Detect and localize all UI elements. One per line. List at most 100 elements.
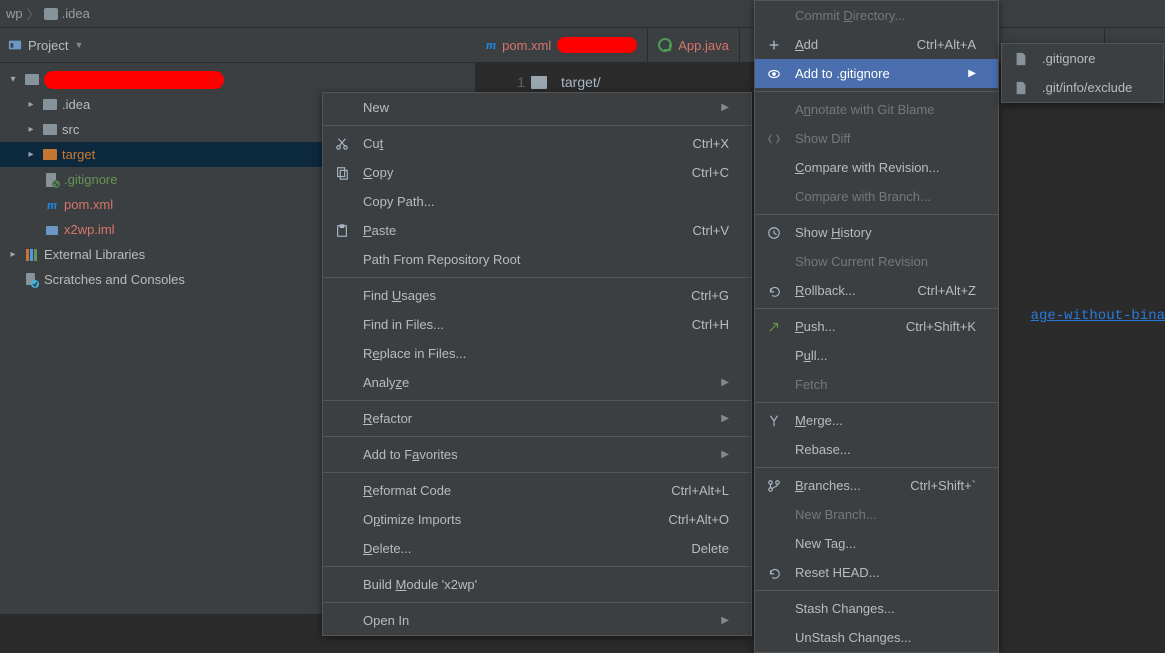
git-submenu[interactable]: Commit Directory...AddCtrl+Alt+AAdd to .… (754, 0, 999, 653)
menu-item[interactable]: New Branch... (755, 500, 998, 529)
menu-item-label: New Tag... (795, 536, 976, 551)
menu-item-label: Add to .gitignore (795, 66, 956, 81)
menu-item[interactable]: Replace in Files... (323, 339, 751, 368)
menu-item-label: UnStash Changes... (795, 630, 976, 645)
menu-item[interactable]: Pull... (755, 341, 998, 370)
expand-icon[interactable]: ▾ (6, 74, 20, 85)
editor-link-text[interactable]: age-without-bina (1031, 308, 1165, 324)
clock-icon (765, 226, 783, 240)
menu-item[interactable]: Merge... (755, 406, 998, 435)
context-menu[interactable]: New▶CutCtrl+XCopyCtrl+CCopy Path...Paste… (322, 92, 752, 636)
menu-item-shortcut: Ctrl+Shift+` (880, 478, 976, 493)
menu-item[interactable]: Show Current Revision (755, 247, 998, 276)
menu-item[interactable]: Add to .gitignore▶ (755, 59, 998, 88)
menu-item-label: Analyze (363, 375, 709, 390)
menu-item[interactable]: Fetch (755, 370, 998, 399)
menu-item-label: Reset HEAD... (795, 565, 976, 580)
expand-icon[interactable]: ▸ (24, 99, 38, 110)
menu-item[interactable]: Analyze ▶ (323, 368, 751, 397)
menu-item[interactable]: Copy Path... (323, 187, 751, 216)
menu-item[interactable]: Open In▶ (323, 606, 751, 635)
gitignore-submenu[interactable]: .gitignore .git/info/exclude (1001, 43, 1164, 103)
menu-item[interactable]: Show History (755, 218, 998, 247)
menu-item-label: .gitignore (1042, 51, 1141, 66)
menu-item-label: Add to Favorites (363, 447, 709, 462)
menu-item-shortcut: Ctrl+C (662, 165, 729, 180)
menu-item[interactable]: Path From Repository Root (323, 245, 751, 274)
menu-item[interactable]: Branches...Ctrl+Shift+` (755, 471, 998, 500)
menu-item[interactable]: Refactor▶ (323, 404, 751, 433)
menu-item[interactable]: .git/info/exclude (1002, 73, 1163, 102)
push-icon (765, 320, 783, 334)
menu-item-label: Path From Repository Root (363, 252, 729, 267)
menu-item-label: Show History (795, 225, 976, 240)
branch-icon (765, 479, 783, 493)
cut-icon (333, 137, 351, 151)
menu-item[interactable]: CopyCtrl+C (323, 158, 751, 187)
menu-item[interactable]: Rebase... (755, 435, 998, 464)
menu-item[interactable]: Build Module 'x2wp' (323, 570, 751, 599)
menu-item-label: .git/info/exclude (1042, 80, 1141, 95)
editor-tab[interactable]: App.java (648, 28, 740, 63)
menu-item[interactable]: AddCtrl+Alt+A (755, 30, 998, 59)
folder-icon (24, 72, 40, 88)
menu-item[interactable]: New Tag... (755, 529, 998, 558)
menu-item[interactable]: Push...Ctrl+Shift+K (755, 312, 998, 341)
tab-label: App.java (678, 38, 729, 53)
menu-item[interactable]: Optimize ImportsCtrl+Alt+O (323, 505, 751, 534)
menu-item[interactable]: Find in Files...Ctrl+H (323, 310, 751, 339)
submenu-arrow-icon: ▶ (721, 377, 729, 388)
folder-icon (42, 122, 58, 138)
breadcrumb-item[interactable]: wp (6, 6, 23, 21)
menu-item[interactable]: Reset HEAD... (755, 558, 998, 587)
menu-item[interactable]: Rollback...Ctrl+Alt+Z (755, 276, 998, 305)
menu-item[interactable]: .gitignore (1002, 44, 1163, 73)
undo-icon (765, 566, 783, 580)
menu-item[interactable]: New▶ (323, 93, 751, 122)
diff-icon (765, 132, 783, 146)
menu-item[interactable]: UnStash Changes... (755, 623, 998, 652)
tree-node-label: .idea (62, 97, 90, 112)
menu-item[interactable]: PasteCtrl+V (323, 216, 751, 245)
tab-label: pom.xml (502, 38, 551, 53)
chevron-down-icon: ▼ (74, 40, 83, 50)
menu-item-label: Show Current Revision (795, 254, 976, 269)
paste-icon (333, 224, 351, 238)
menu-item[interactable]: Stash Changes... (755, 594, 998, 623)
menu-item-label: Show Diff (795, 131, 976, 146)
menu-item-label: Find in Files... (363, 317, 650, 332)
eye-icon (765, 67, 783, 81)
submenu-arrow-icon: ▶ (721, 615, 729, 626)
expand-icon[interactable]: ▸ (24, 149, 38, 160)
menu-item-label: Optimize Imports (363, 512, 626, 527)
menu-item-label: Fetch (795, 377, 976, 392)
menu-item[interactable]: Reformat CodeCtrl+Alt+L (323, 476, 751, 505)
tree-node-label: pom.xml (64, 197, 113, 212)
folder-icon (42, 97, 58, 113)
plus-icon (765, 38, 783, 52)
breadcrumb-item[interactable]: .idea (62, 6, 90, 21)
expand-icon[interactable]: ▸ (24, 124, 38, 135)
menu-item[interactable]: Compare with Branch... (755, 182, 998, 211)
expand-icon[interactable]: ▸ (6, 249, 20, 260)
tree-row-root[interactable]: ▾ (0, 67, 475, 92)
submenu-arrow-icon: ▶ (721, 102, 729, 113)
menu-item[interactable]: Annotate with Git Blame (755, 95, 998, 124)
editor-tab[interactable]: m pom.xml (476, 28, 648, 63)
menu-item[interactable]: Add to Favorites ▶ (323, 440, 751, 469)
editor-line[interactable]: target/ (551, 71, 601, 93)
menu-item-label: Commit Directory... (795, 8, 976, 23)
menu-item[interactable]: Compare with Revision... (755, 153, 998, 182)
menu-item-label: Paste (363, 223, 651, 238)
submenu-arrow-icon: ▶ (721, 449, 729, 460)
menu-item[interactable]: Commit Directory... (755, 1, 998, 30)
menu-item-shortcut: Ctrl+X (663, 136, 729, 151)
java-class-icon (658, 38, 672, 52)
menu-item[interactable]: Show Diff (755, 124, 998, 153)
menu-item-shortcut: Ctrl+G (661, 288, 729, 303)
menu-item[interactable]: CutCtrl+X (323, 129, 751, 158)
menu-item[interactable]: Delete...Delete (323, 534, 751, 563)
editor-gutter: 1 (476, 71, 551, 93)
menu-item-label: Rebase... (795, 442, 976, 457)
menu-item[interactable]: Find UsagesCtrl+G (323, 281, 751, 310)
